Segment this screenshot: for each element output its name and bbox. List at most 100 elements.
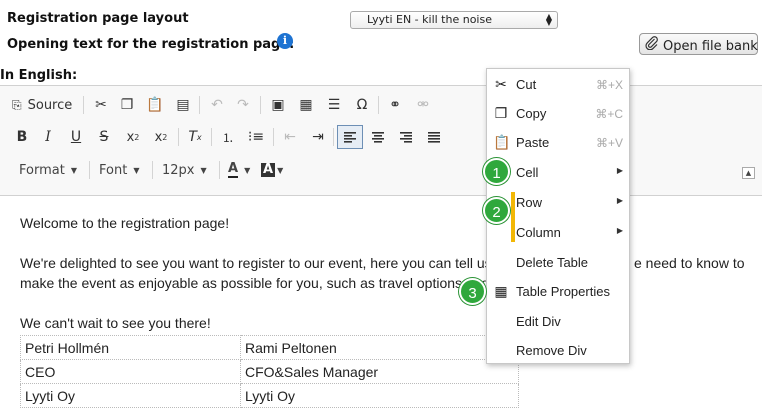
table-cell[interactable]: Rami Peltonen — [240, 335, 519, 360]
special-character-icon[interactable]: Ω — [351, 93, 373, 117]
layout-select-value: Lyyti EN - kill the noise — [367, 13, 492, 26]
source-icon: ⎘ — [12, 97, 22, 112]
remove-format-icon[interactable]: Tx — [184, 125, 206, 149]
submenu-arrow-icon: ▶ — [616, 196, 623, 205]
copy-icon[interactable]: ❐ — [116, 93, 138, 117]
table-row: Lyyti Oy Lyyti Oy — [20, 383, 519, 408]
info-icon[interactable]: i — [277, 33, 293, 49]
superscript-icon[interactable]: x2 — [150, 125, 172, 149]
horizontal-line-icon[interactable]: ☰ — [323, 93, 345, 117]
align-right-icon[interactable] — [395, 125, 417, 149]
image-icon[interactable]: ▣ — [267, 93, 289, 117]
table-cell[interactable]: Lyyti Oy — [240, 383, 519, 408]
link-icon[interactable]: ⚭ — [384, 93, 406, 117]
menu-item-label: Column — [516, 225, 561, 240]
chevron-down-icon: ▼ — [70, 165, 77, 175]
menu-item-cut[interactable]: ✂ Cut ⌘+X — [487, 70, 629, 98]
table-cell[interactable]: Petri Hollmén — [20, 335, 241, 360]
open-file-bank-button[interactable]: Open file bank — [639, 33, 758, 55]
step-badge: 1 — [483, 158, 510, 185]
font-size-dropdown[interactable]: 12px ▼ — [162, 159, 207, 181]
shortcut-label: ⌘+C — [595, 107, 623, 121]
content-line: e need to know to — [634, 255, 745, 271]
highlight-bar — [511, 192, 515, 242]
step-badge: 2 — [483, 197, 510, 224]
table-cell[interactable]: Lyyti Oy — [20, 383, 241, 408]
submenu-arrow-icon: ▶ — [616, 226, 623, 235]
shortcut-label: ⌘+X — [595, 78, 623, 92]
signature-table[interactable]: Petri Hollmén Rami Peltonen CEO CFO&Sale… — [20, 335, 519, 408]
content-line: We can't wait to see you there! — [20, 315, 211, 331]
collapse-toolbar-icon[interactable]: ▲ — [742, 167, 755, 179]
align-center-icon[interactable] — [367, 125, 389, 149]
table-row: Petri Hollmén Rami Peltonen — [20, 335, 519, 360]
font-label: Font — [99, 162, 128, 178]
format-dropdown[interactable]: Format ▼ — [19, 159, 77, 181]
bulleted-list-icon[interactable]: ⁝≡ — [245, 125, 267, 149]
editor-content[interactable]: Welcome to the registration page! We're … — [0, 195, 762, 414]
paste-from-word-icon[interactable]: ▤ — [172, 93, 194, 117]
font-size-label: 12px — [162, 162, 195, 178]
subscript-icon[interactable]: x2 — [122, 125, 144, 149]
submenu-arrow-icon: ▶ — [616, 166, 623, 175]
table-cell[interactable]: CEO — [20, 359, 241, 384]
content-line: We're delighted to see you want to regis… — [20, 255, 522, 271]
menu-item-label: Copy — [516, 106, 547, 121]
content-line: make the event as enjoyable as possible … — [20, 275, 505, 291]
text-color-icon: A — [228, 161, 239, 178]
table-icon: ▦ — [494, 283, 508, 299]
source-label: Source — [27, 97, 73, 113]
redo-icon[interactable]: ↷ — [232, 93, 254, 117]
bold-icon[interactable]: B — [12, 125, 32, 149]
text-color-button[interactable]: A ▼ — [228, 159, 250, 181]
menu-item-paste[interactable]: 📋 Paste ⌘+V — [487, 128, 629, 156]
align-left-icon[interactable] — [337, 125, 363, 149]
chevron-down-icon: ▼ — [133, 165, 140, 175]
menu-item-label: Edit Div — [516, 314, 561, 329]
cut-icon[interactable]: ✂ — [90, 93, 112, 117]
language-label: In English: — [0, 68, 78, 83]
format-label: Format — [19, 162, 65, 178]
menu-item-label: Remove Div — [516, 343, 587, 358]
paperclip-icon — [645, 36, 661, 54]
menu-item-label: Cell — [516, 165, 539, 180]
content-line: Welcome to the registration page! — [20, 215, 230, 231]
menu-item-edit-div[interactable]: Edit Div — [487, 307, 629, 335]
select-arrows-icon: ▲ ▼ — [545, 12, 552, 27]
menu-item-column[interactable]: Column ▶ — [487, 218, 629, 246]
indent-icon[interactable]: ⇥ — [307, 125, 329, 149]
copy-icon: ❐ — [494, 105, 508, 121]
layout-label: Registration page layout — [7, 11, 189, 26]
italic-icon[interactable]: I — [38, 125, 58, 149]
layout-select[interactable]: Lyyti EN - kill the noise ▲ ▼ — [350, 11, 558, 29]
table-row: CEO CFO&Sales Manager — [20, 359, 519, 384]
menu-item-remove-div[interactable]: Remove Div — [487, 336, 629, 364]
table-cell[interactable]: CFO&Sales Manager — [240, 359, 519, 384]
clipboard-icon: 📋 — [493, 134, 511, 150]
background-color-button[interactable]: A ▼ — [261, 159, 283, 181]
step-badge: 3 — [459, 278, 486, 305]
undo-icon[interactable]: ↶ — [206, 93, 228, 117]
unlink-icon[interactable]: ⚮ — [412, 93, 434, 117]
menu-item-label: Table Properties — [516, 284, 610, 299]
menu-item-delete-table[interactable]: Delete Table — [487, 248, 629, 276]
menu-item-table-properties[interactable]: ▦ Table Properties — [487, 277, 629, 305]
scissors-icon: ✂ — [495, 76, 507, 92]
opening-text-label: Opening text for the registration page: — [7, 37, 295, 52]
shortcut-label: ⌘+V — [595, 136, 623, 150]
paste-icon[interactable]: 📋 — [144, 93, 166, 117]
open-file-bank-label: Open file bank — [663, 39, 758, 54]
strikethrough-icon[interactable]: S — [94, 125, 114, 149]
menu-item-label: Paste — [516, 135, 550, 150]
outdent-icon[interactable]: ⇤ — [279, 125, 301, 149]
chevron-down-icon: ▼ — [200, 165, 207, 175]
source-button[interactable]: ⎘ Source — [12, 93, 76, 117]
menu-item-label: Row — [516, 195, 543, 210]
chevron-down-icon: ▼ — [277, 165, 284, 175]
menu-item-copy[interactable]: ❐ Copy ⌘+C — [487, 99, 629, 127]
underline-icon[interactable]: U — [66, 125, 86, 149]
font-dropdown[interactable]: Font ▼ — [99, 159, 139, 181]
table-icon[interactable]: ▦ — [295, 93, 317, 117]
numbered-list-icon[interactable]: ⒈ — [217, 125, 239, 149]
justify-icon[interactable] — [423, 125, 445, 149]
